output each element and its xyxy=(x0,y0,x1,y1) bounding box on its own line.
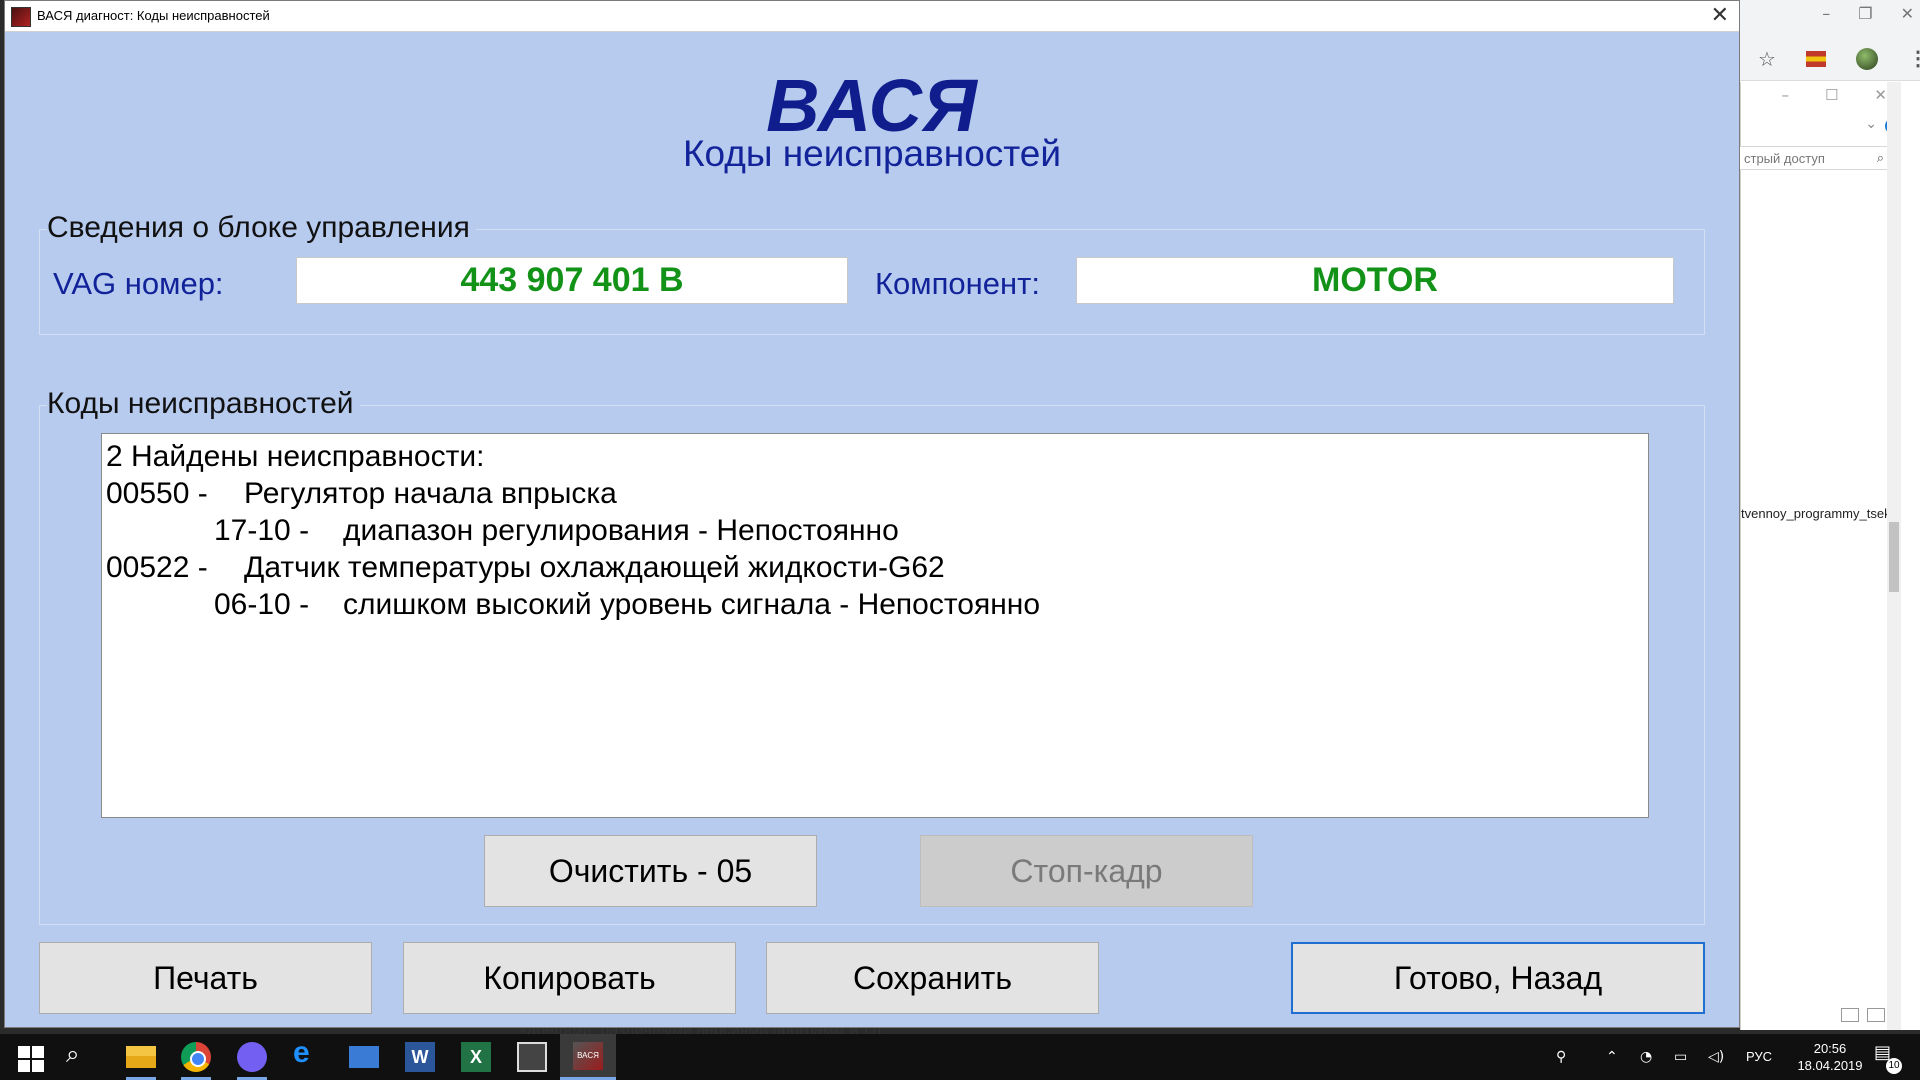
clock-date: 18.04.2019 xyxy=(1797,1058,1863,1073)
vag-number-value: 443 907 401 B xyxy=(296,257,848,304)
word-icon[interactable]: W xyxy=(405,1042,435,1072)
vasya-diagnostic-window: ВАСЯ диагност: Коды неисправностей ✕ ВАС… xyxy=(4,0,1740,1028)
file-explorer-icon[interactable] xyxy=(126,1046,156,1068)
browser-toolbar: – ❐ ✕ ☆ ⋮ xyxy=(1740,0,1920,81)
fault-subdescription: диапазон регулирования - Непостоянно xyxy=(343,514,899,547)
notification-count-badge: 10 xyxy=(1886,1058,1902,1074)
browser-menu-icon[interactable]: ⋮ xyxy=(1908,46,1920,71)
fault-subentry: 06-10 - слишком высокий уровень сигнала -… xyxy=(106,586,1644,623)
volume-icon[interactable]: ◁) xyxy=(1708,1034,1724,1080)
close-icon[interactable]: ✕ xyxy=(1901,4,1914,23)
fault-summary: 2 Найдены неисправности: xyxy=(106,440,485,473)
system-clock[interactable]: 20:56 18.04.2019 xyxy=(1790,1040,1870,1074)
close-icon[interactable]: ✕ xyxy=(1711,3,1729,28)
window-titlebar[interactable]: ВАСЯ диагност: Коды неисправностей ✕ xyxy=(5,1,1739,32)
vag-number-label: VAG номер: xyxy=(53,266,224,301)
control-unit-group-title: Сведения о блоке управления xyxy=(47,211,476,245)
explorer-file-item[interactable]: tvennoy_programmy_tsekha xyxy=(1741,506,1901,521)
search-icon[interactable]: ⌕ xyxy=(66,1040,96,1070)
fault-codes-textbox[interactable]: 2 Найдены неисправности: 00550 - Регулято… xyxy=(101,433,1649,818)
chevron-up-icon[interactable]: ⌃ xyxy=(1606,1034,1618,1080)
fault-subentry: 17-10 - диапазон регулирования - Непостоя… xyxy=(106,512,1644,549)
scrollbar-thumb[interactable] xyxy=(1889,522,1899,592)
save-button[interactable]: Сохранить xyxy=(766,942,1099,1014)
browser-window-controls: – ❐ ✕ xyxy=(1822,4,1914,23)
minimize-icon[interactable]: – xyxy=(1822,4,1830,23)
fault-codes-group-title: Коды неисправностей xyxy=(47,387,360,421)
chevron-down-icon[interactable]: ⌄ xyxy=(1865,116,1877,132)
fault-code: 00550 - xyxy=(106,477,208,510)
clear-codes-button[interactable]: Очистить - 05 xyxy=(484,835,817,907)
excel-icon[interactable]: X xyxy=(461,1042,491,1072)
explorer-scrollbar[interactable] xyxy=(1887,82,1901,1030)
viber-icon[interactable] xyxy=(237,1042,267,1072)
restore-icon[interactable]: ❐ xyxy=(1858,4,1872,23)
done-back-button[interactable]: Готово, Назад xyxy=(1291,942,1705,1014)
calculator-icon[interactable] xyxy=(517,1042,547,1072)
explorer-search-input[interactable]: стрый доступ ⌕ xyxy=(1737,146,1891,170)
fault-description: Регулятор начала впрыска xyxy=(244,477,617,510)
language-indicator[interactable]: РУС xyxy=(1746,1034,1772,1080)
minimize-icon[interactable]: – xyxy=(1781,86,1789,104)
component-value: MOTOR xyxy=(1076,257,1674,304)
background-browser-window: – ❐ ✕ ☆ ⋮ – ☐ ✕ ⌄ ? стрый доступ ⌕ tvenn… xyxy=(1737,0,1920,1030)
vasya-app-icon: ВАСЯ xyxy=(573,1042,603,1070)
people-icon[interactable]: ⚲ xyxy=(1556,1034,1566,1080)
explorer-view-toggles xyxy=(1841,1008,1885,1022)
fault-entry: 00522 - Датчик температуры охлаждающей жи… xyxy=(106,549,1644,586)
network-icon[interactable]: ◔ xyxy=(1640,1034,1652,1080)
maximize-icon[interactable]: ☐ xyxy=(1825,86,1838,104)
fault-description: Датчик температуры охлаждающей жидкости-… xyxy=(244,551,945,584)
details-view-icon[interactable] xyxy=(1841,1008,1859,1022)
browser-icon-row: ☆ ⋮ xyxy=(1758,46,1920,71)
bookmark-star-icon[interactable]: ☆ xyxy=(1758,47,1776,71)
file-explorer-window: – ☐ ✕ ⌄ ? стрый доступ ⌕ tvennoy_program… xyxy=(1737,82,1901,1030)
explorer-window-controls: – ☐ ✕ xyxy=(1781,86,1887,104)
windows-taskbar: ⌕ e W X ВАСЯ ⚲ ⌃ ◔ ▭ ◁) РУС 20:56 18.04.… xyxy=(0,1034,1920,1080)
app-icon xyxy=(11,7,31,27)
fault-entry: 00550 - Регулятор начала впрыска xyxy=(106,475,1644,512)
battery-icon[interactable]: ▭ xyxy=(1674,1034,1687,1080)
explorer-search-placeholder: стрый доступ xyxy=(1744,151,1825,166)
copy-button[interactable]: Копировать xyxy=(403,942,736,1014)
clock-time: 20:56 xyxy=(1813,1041,1847,1056)
close-icon[interactable]: ✕ xyxy=(1874,86,1887,104)
print-button[interactable]: Печать xyxy=(39,942,372,1014)
fault-subcode: 06-10 - xyxy=(214,588,310,621)
profile-avatar[interactable] xyxy=(1855,47,1878,70)
edge-icon[interactable]: e xyxy=(293,1036,323,1069)
extension-icon[interactable] xyxy=(1805,50,1826,67)
component-label: Компонент: xyxy=(875,266,1040,301)
search-icon: ⌕ xyxy=(1876,151,1884,166)
taskbar-vasya-active[interactable]: ВАСЯ xyxy=(560,1034,616,1080)
tiles-view-icon[interactable] xyxy=(1867,1008,1885,1022)
app-window-icon[interactable] xyxy=(349,1046,379,1068)
windows-start-icon[interactable] xyxy=(16,1042,46,1072)
chrome-icon[interactable] xyxy=(181,1042,211,1072)
freeze-frame-button[interactable]: Стоп-кадр xyxy=(920,835,1253,907)
page-subtitle: Коды неисправностей xyxy=(682,133,1062,174)
fault-subdescription: слишком высокий уровень сигнала - Непост… xyxy=(343,588,1041,621)
fault-code: 00522 - xyxy=(106,551,208,584)
window-title: ВАСЯ диагност: Коды неисправностей xyxy=(37,8,270,23)
fault-subcode: 17-10 - xyxy=(214,514,310,547)
